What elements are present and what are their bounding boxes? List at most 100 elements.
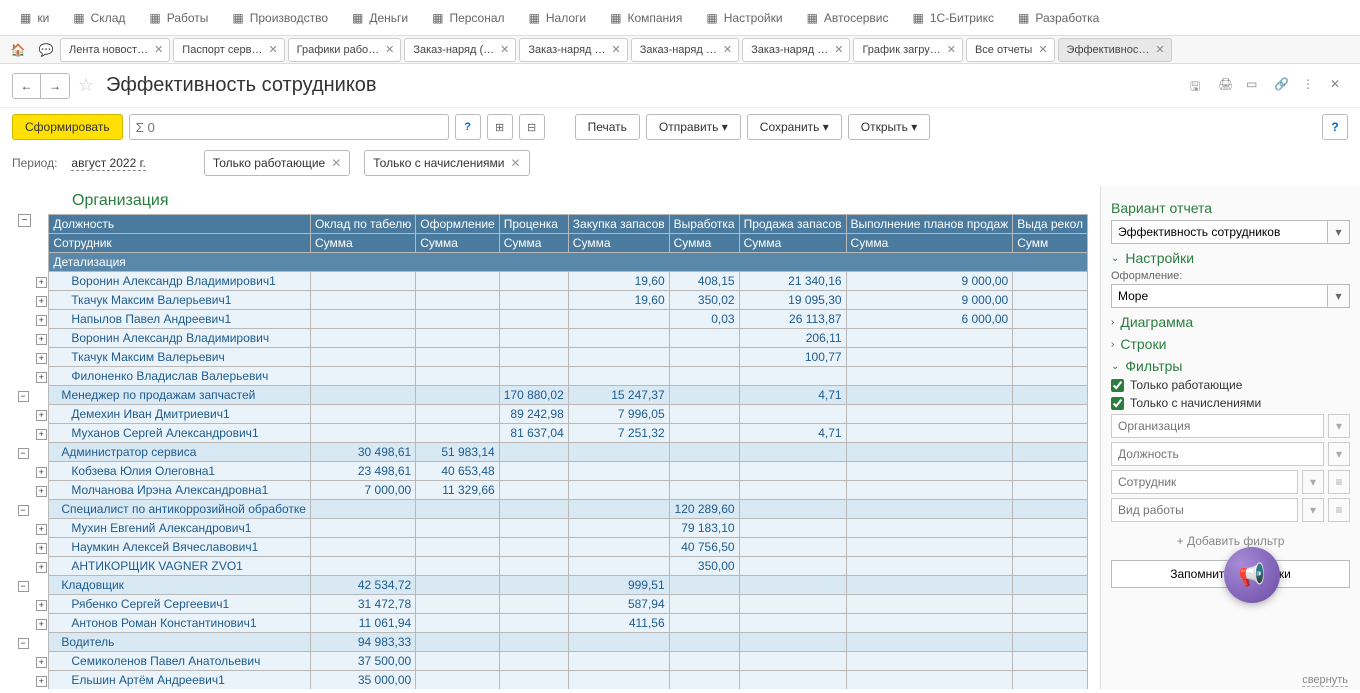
emp-row[interactable]: +Семиколенов Павел Анатольевич37 500,00 — [12, 652, 1088, 671]
toggle-icon[interactable]: + — [36, 657, 47, 668]
emp-row[interactable]: +Молчанова Ирэна Александровна17 000,001… — [12, 481, 1088, 500]
emp-row[interactable]: +Ельшин Артём Андреевич135 000,00 — [12, 671, 1088, 690]
toggle-icon[interactable]: + — [36, 486, 47, 497]
group-row[interactable]: −Специалист по антикоррозийной обработке… — [12, 500, 1088, 519]
toggle-icon[interactable]: + — [36, 562, 47, 573]
topnav-item[interactable]: ▦Настройки — [694, 0, 794, 35]
link-icon[interactable]: 🔗 — [1274, 77, 1292, 95]
send-button[interactable]: Отправить ▾ — [646, 114, 741, 140]
toggle-icon[interactable]: − — [18, 638, 29, 649]
filter-employee[interactable] — [1111, 470, 1298, 494]
dropdown-icon[interactable]: ▾ — [1328, 414, 1350, 438]
nav-back-button[interactable]: ← — [13, 74, 41, 98]
emp-row[interactable]: +Мухин Евгений Александрович179 183,10 — [12, 519, 1088, 538]
toggle-icon[interactable]: + — [36, 543, 47, 554]
list-icon[interactable]: ≡ — [1328, 470, 1350, 494]
emp-row[interactable]: +Воронин Александр Владимирович119,60408… — [12, 272, 1088, 291]
toggle-icon[interactable]: + — [36, 600, 47, 611]
check-working[interactable]: Только работающие — [1111, 378, 1350, 392]
toggle-icon[interactable]: + — [36, 467, 47, 478]
topnav-item[interactable]: ▦Деньги — [340, 0, 420, 35]
tab-close-icon[interactable]: ✕ — [947, 43, 956, 56]
tab-close-icon[interactable]: ✕ — [612, 43, 621, 56]
toggle-icon[interactable]: + — [36, 410, 47, 421]
filter-org[interactable] — [1111, 414, 1324, 438]
tab[interactable]: Паспорт серв…✕ — [173, 38, 284, 62]
expand-tree-button[interactable]: ⊞ — [487, 114, 513, 140]
rows-heading[interactable]: ›Строки — [1111, 336, 1350, 352]
topnav-item[interactable]: ▦1С-Битрикс — [901, 0, 1007, 35]
dropdown-icon[interactable]: ▾ — [1302, 498, 1324, 522]
help-button[interactable]: ? — [455, 114, 481, 140]
close-icon[interactable]: ✕ — [1330, 77, 1348, 95]
tab-close-icon[interactable]: ✕ — [268, 43, 277, 56]
toggle-icon[interactable]: + — [36, 372, 47, 383]
toggle-icon[interactable]: + — [36, 676, 47, 687]
group-row[interactable]: −Кладовщик42 534,72999,51 — [12, 576, 1088, 595]
toggle-icon[interactable]: + — [36, 353, 47, 364]
speech-icon[interactable]: 💬 — [32, 38, 60, 62]
topnav-item[interactable]: ▦Производство — [220, 0, 340, 35]
toggle-icon[interactable]: + — [36, 429, 47, 440]
chip-accruals[interactable]: Только с начислениями✕ — [364, 150, 529, 176]
emp-row[interactable]: +Наумкин Алексей Вячеславович140 756,50 — [12, 538, 1088, 557]
topnav-item[interactable]: ▦Автосервис — [795, 0, 901, 35]
tab-close-icon[interactable]: ✕ — [154, 43, 163, 56]
check-accruals[interactable]: Только с начислениями — [1111, 396, 1350, 410]
save-icon[interactable]: 🖫 — [1190, 77, 1208, 95]
list-icon[interactable]: ≡ — [1328, 498, 1350, 522]
toggle-icon[interactable]: + — [36, 296, 47, 307]
save-button[interactable]: Сохранить ▾ — [747, 114, 842, 140]
tab[interactable]: Заказ-наряд …✕ — [631, 38, 739, 62]
tab-close-icon[interactable]: ✕ — [385, 43, 394, 56]
home-icon[interactable]: 🏠 — [4, 38, 32, 62]
tab-close-icon[interactable]: ✕ — [834, 43, 843, 56]
toggle-icon[interactable]: − — [18, 505, 29, 516]
emp-row[interactable]: +Ткачук Максим Валерьевич119,60350,0219 … — [12, 291, 1088, 310]
tab-close-icon[interactable]: ✕ — [500, 43, 509, 56]
add-filter-link[interactable]: + Добавить фильтр — [1111, 534, 1350, 548]
emp-row[interactable]: +Муханов Сергей Александрович181 637,047… — [12, 424, 1088, 443]
sum-input[interactable] — [129, 114, 449, 140]
more-icon[interactable]: ⋮ — [1302, 77, 1320, 95]
tab[interactable]: Эффективнос…✕ — [1058, 38, 1172, 62]
group-row[interactable]: −Менеджер по продажам запчастей170 880,0… — [12, 386, 1088, 405]
print-button[interactable]: Печать — [575, 114, 640, 140]
tree-root-toggle[interactable]: − — [18, 214, 31, 227]
filter-role[interactable] — [1111, 442, 1324, 466]
tab[interactable]: Заказ-наряд …✕ — [742, 38, 850, 62]
toggle-icon[interactable]: + — [36, 334, 47, 345]
topnav-item[interactable]: ▦Персонал — [420, 0, 516, 35]
emp-row[interactable]: +Напылов Павел Андреевич10,0326 113,876 … — [12, 310, 1088, 329]
dropdown-icon[interactable]: ▾ — [1328, 442, 1350, 466]
decor-select[interactable] — [1111, 284, 1328, 308]
dropdown-icon[interactable]: ▾ — [1302, 470, 1324, 494]
topnav-item[interactable]: ▦ки — [8, 0, 61, 35]
chip-close-icon[interactable]: ✕ — [511, 156, 521, 170]
tab[interactable]: Заказ-наряд (…✕ — [404, 38, 516, 62]
emp-row[interactable]: +Антонов Роман Константинович111 061,944… — [12, 614, 1088, 633]
favorite-star-icon[interactable]: ☆ — [78, 75, 98, 96]
dropdown-icon[interactable]: ▾ — [1328, 220, 1350, 244]
emp-row[interactable]: +Демехин Иван Дмитриевич189 242,987 996,… — [12, 405, 1088, 424]
tab[interactable]: График загру…✕ — [853, 38, 963, 62]
filter-worktype[interactable] — [1111, 498, 1298, 522]
topnav-item[interactable]: ▦Налоги — [517, 0, 599, 35]
collapse-link[interactable]: свернуть — [1302, 674, 1348, 687]
diagram-heading[interactable]: ›Диаграмма — [1111, 314, 1350, 330]
form-button[interactable]: Сформировать — [12, 114, 123, 140]
tab[interactable]: Заказ-наряд …✕ — [519, 38, 627, 62]
period-value[interactable]: август 2022 г. — [71, 156, 145, 171]
print-icon[interactable]: 🖨 — [1218, 77, 1236, 95]
group-row[interactable]: −Водитель94 983,33 — [12, 633, 1088, 652]
tab-close-icon[interactable]: ✕ — [1038, 43, 1047, 56]
tab-close-icon[interactable]: ✕ — [1155, 43, 1164, 56]
topnav-item[interactable]: ▦Работы — [137, 0, 220, 35]
chip-working[interactable]: Только работающие✕ — [204, 150, 350, 176]
global-help-button[interactable]: ? — [1322, 114, 1348, 140]
nav-forward-button[interactable]: → — [41, 74, 69, 98]
toggle-icon[interactable]: − — [18, 391, 29, 402]
variant-select[interactable] — [1111, 220, 1328, 244]
emp-row[interactable]: +Ткачук Максим Валерьевич100,77 — [12, 348, 1088, 367]
tab[interactable]: Графики рабо…✕ — [288, 38, 402, 62]
